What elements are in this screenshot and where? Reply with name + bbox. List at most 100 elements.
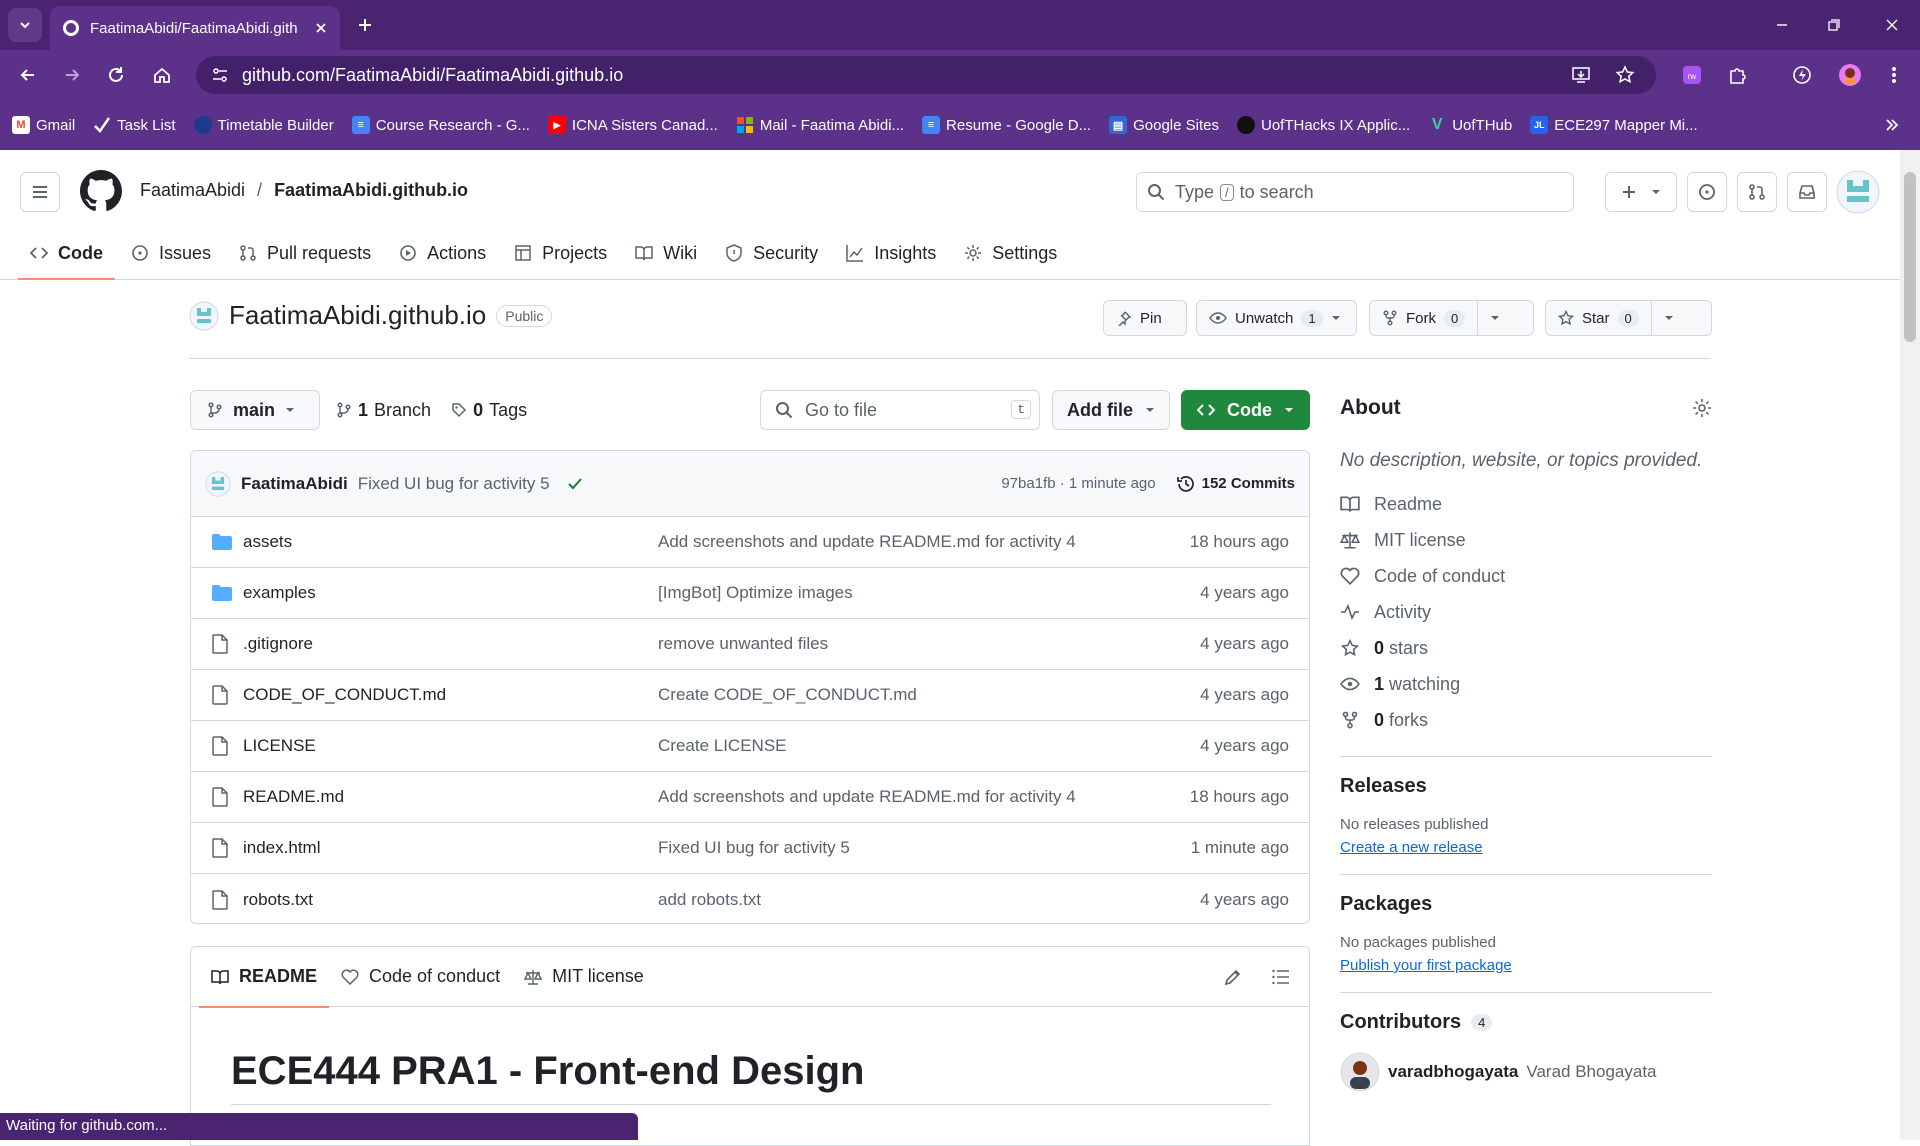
inbox-button[interactable]	[1787, 172, 1827, 212]
page-scrollbar[interactable]	[1900, 150, 1920, 1140]
file-name-link[interactable]: CODE_OF_CONDUCT.md	[243, 685, 446, 705]
breadcrumb-owner[interactable]: FaatimaAbidi	[140, 180, 245, 201]
bookmark-ece297[interactable]: JL ECE297 Mapper Mi...	[1530, 116, 1698, 134]
go-to-file-input[interactable]: Go to file t	[760, 390, 1040, 430]
pin-button[interactable]: Pin	[1103, 300, 1187, 336]
close-window-button[interactable]	[1872, 10, 1912, 40]
tab-actions[interactable]: Actions	[387, 226, 498, 280]
branch-select[interactable]: main	[190, 390, 320, 430]
star-bookmark-icon[interactable]	[1614, 64, 1636, 86]
tab-mit-license[interactable]: MIT license	[512, 947, 656, 1007]
extension-button[interactable]: rw	[1676, 59, 1708, 91]
file-name-link[interactable]: robots.txt	[243, 890, 313, 910]
edit-readme-button[interactable]	[1223, 967, 1243, 987]
user-avatar[interactable]	[1836, 170, 1880, 214]
install-app-icon[interactable]	[1570, 64, 1592, 86]
forward-button[interactable]	[56, 59, 88, 91]
create-release-link[interactable]: Create a new release	[1340, 839, 1712, 856]
file-name-link[interactable]: index.html	[243, 838, 320, 858]
bookmark-task-list[interactable]: Task List	[93, 116, 176, 134]
extensions-button[interactable]	[1722, 59, 1754, 91]
license-link[interactable]: MIT license	[1340, 522, 1712, 558]
bookmark-icna[interactable]: ▶ ICNA Sisters Canad...	[547, 116, 718, 134]
file-commit-message[interactable]: [ImgBot] Optimize images	[658, 583, 853, 603]
file-commit-message[interactable]: Add screenshots and update README.md for…	[658, 532, 1076, 552]
commit-hash-time[interactable]: 97ba1fb · 1 minute ago	[1001, 475, 1155, 492]
scrollbar-thumb[interactable]	[1904, 172, 1916, 342]
file-commit-message[interactable]: Add screenshots and update README.md for…	[658, 787, 1076, 807]
gear-icon[interactable]	[1692, 398, 1712, 418]
back-button[interactable]	[12, 59, 44, 91]
file-commit-message[interactable]: Create LICENSE	[658, 736, 787, 756]
close-tab-icon[interactable]	[314, 21, 328, 35]
code-button[interactable]: Code	[1181, 390, 1310, 430]
pull-requests-button[interactable]	[1737, 172, 1777, 212]
publish-package-link[interactable]: Publish your first package	[1340, 957, 1712, 974]
file-name-link[interactable]: LICENSE	[243, 736, 316, 756]
file-commit-message[interactable]: remove unwanted files	[658, 634, 828, 654]
tab-issues[interactable]: Issues	[119, 226, 223, 280]
tab-security[interactable]: Security	[713, 226, 830, 280]
forks-link[interactable]: 0 forks	[1340, 702, 1712, 738]
tab-settings[interactable]: Settings	[952, 226, 1069, 280]
activity-link[interactable]: Activity	[1340, 594, 1712, 630]
fork-button[interactable]: Fork 0	[1369, 300, 1534, 336]
contributor-item[interactable]: varadbhogayata Varad Bhogayata	[1340, 1052, 1712, 1092]
repo-name[interactable]: FaatimaAbidi.github.io	[229, 300, 486, 331]
star-dropdown[interactable]	[1652, 301, 1686, 335]
browser-tab-github[interactable]: FaatimaAbidi/FaatimaAbidi.gith	[50, 6, 340, 50]
breadcrumb-repo[interactable]: FaatimaAbidi.github.io	[274, 180, 468, 201]
file-name-link[interactable]: README.md	[243, 787, 344, 807]
new-tab-button[interactable]	[350, 10, 380, 40]
unwatch-button[interactable]: Unwatch 1	[1196, 300, 1357, 336]
bookmark-resume[interactable]: ≡ Resume - Google D...	[922, 116, 1091, 134]
restore-button[interactable]	[1814, 10, 1854, 40]
bookmark-timetable-builder[interactable]: Timetable Builder	[193, 116, 334, 134]
tab-projects[interactable]: Projects	[502, 226, 619, 280]
tags-link[interactable]: 0 Tags	[451, 400, 527, 421]
bookmarks-overflow-button[interactable]	[1884, 117, 1900, 133]
outline-button[interactable]	[1271, 967, 1291, 987]
reload-button[interactable]	[100, 59, 132, 91]
packages-title[interactable]: Packages	[1340, 893, 1712, 916]
file-name-link[interactable]: assets	[243, 532, 292, 552]
home-button[interactable]	[146, 59, 178, 91]
profile-avatar[interactable]	[1834, 59, 1866, 91]
bookmark-uofthub[interactable]: V UofTHub	[1428, 116, 1512, 134]
watching-link[interactable]: 1 watching	[1340, 666, 1712, 702]
tab-search-button[interactable]	[8, 8, 42, 42]
commit-author[interactable]: FaatimaAbidi	[241, 474, 348, 494]
tab-code[interactable]: Code	[18, 226, 115, 280]
file-commit-message[interactable]: Fixed UI bug for activity 5	[658, 838, 850, 858]
issues-button[interactable]	[1687, 172, 1727, 212]
bookmark-google-sites[interactable]: ▤ Google Sites	[1109, 116, 1219, 134]
bookmark-mail[interactable]: Mail - Faatima Abidi...	[736, 116, 904, 134]
file-commit-message[interactable]: add robots.txt	[658, 890, 761, 910]
star-button[interactable]: Star 0	[1545, 300, 1712, 336]
tab-pull-requests[interactable]: Pull requests	[227, 226, 383, 280]
file-name-link[interactable]: .gitignore	[243, 634, 313, 654]
fork-dropdown[interactable]	[1478, 301, 1512, 335]
global-menu-button[interactable]	[20, 172, 60, 212]
commits-link[interactable]: 152 Commits	[1176, 474, 1295, 494]
add-file-button[interactable]: Add file	[1052, 390, 1170, 430]
commit-message[interactable]: Fixed UI bug for activity 5	[358, 474, 550, 494]
tab-insights[interactable]: Insights	[834, 226, 948, 280]
file-commit-message[interactable]: Create CODE_OF_CONDUCT.md	[658, 685, 917, 705]
code-of-conduct-link[interactable]: Code of conduct	[1340, 558, 1712, 594]
readme-link[interactable]: Readme	[1340, 486, 1712, 522]
contributors-title[interactable]: Contributors	[1340, 1011, 1461, 1034]
branches-link[interactable]: 1 Branch	[336, 400, 431, 421]
create-new-button[interactable]	[1605, 172, 1677, 212]
bookmark-course-research[interactable]: ≡ Course Research - G...	[351, 116, 530, 134]
performance-button[interactable]	[1786, 59, 1818, 91]
releases-title[interactable]: Releases	[1340, 775, 1712, 798]
minimize-button[interactable]	[1762, 10, 1802, 40]
file-name-link[interactable]: examples	[243, 583, 316, 603]
tab-readme[interactable]: README	[199, 947, 330, 1008]
bookmark-gmail[interactable]: M Gmail	[12, 116, 75, 134]
search-input[interactable]: Type / to search	[1136, 172, 1574, 212]
tab-wiki[interactable]: Wiki	[623, 226, 709, 280]
tab-code-of-conduct[interactable]: Code of conduct	[329, 947, 512, 1007]
github-logo-icon[interactable]	[80, 170, 122, 212]
